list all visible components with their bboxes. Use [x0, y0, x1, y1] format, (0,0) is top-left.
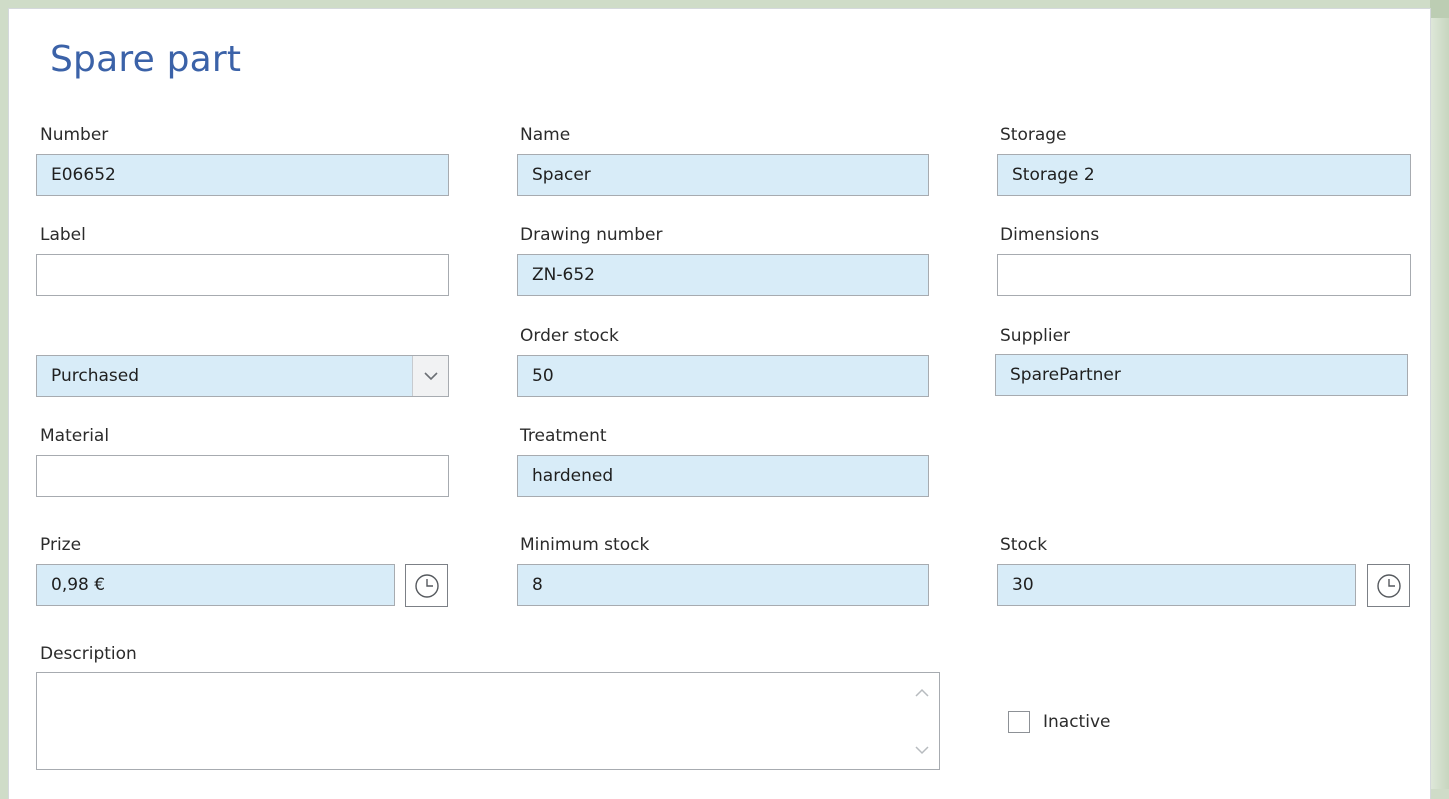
- treatment-value: hardened: [532, 466, 614, 486]
- stock-history-button[interactable]: [1367, 564, 1410, 607]
- inactive-label: Inactive: [1043, 712, 1111, 732]
- name-field[interactable]: Spacer: [517, 154, 929, 196]
- prize-history-button[interactable]: [405, 564, 448, 607]
- window-edge: [1430, 0, 1449, 789]
- treatment-label: Treatment: [520, 426, 607, 446]
- description-scrollbar[interactable]: [905, 673, 939, 769]
- treatment-field[interactable]: hardened: [517, 455, 929, 497]
- prize-field[interactable]: 0,98 €: [36, 564, 395, 606]
- supplier-value: SparePartner: [1010, 365, 1121, 385]
- scroll-up-button[interactable]: [905, 677, 939, 707]
- chevron-down-icon: [915, 745, 929, 754]
- stock-value: 30: [1012, 575, 1034, 595]
- procurement-value: Purchased: [51, 366, 139, 386]
- order-stock-label: Order stock: [520, 326, 619, 346]
- scroll-down-button[interactable]: [905, 735, 939, 765]
- prize-label: Prize: [40, 535, 82, 555]
- page-title: Spare part: [50, 39, 242, 80]
- description-label: Description: [40, 644, 137, 664]
- storage-label: Storage: [1000, 125, 1067, 145]
- order-stock-field[interactable]: 50: [517, 355, 929, 397]
- drawing-number-value: ZN-652: [532, 265, 595, 285]
- storage-field[interactable]: Storage 2: [997, 154, 1411, 196]
- description-textarea[interactable]: [36, 672, 940, 770]
- minimum-stock-field[interactable]: 8: [517, 564, 929, 606]
- name-value: Spacer: [532, 165, 591, 185]
- name-label: Name: [520, 125, 571, 145]
- chevron-down-icon: [423, 371, 438, 380]
- window-corner: [1430, 0, 1449, 18]
- clock-icon: [1376, 573, 1401, 598]
- material-field[interactable]: [36, 455, 449, 497]
- chevron-up-icon: [915, 688, 929, 697]
- label-field[interactable]: [36, 254, 449, 296]
- minimum-stock-value: 8: [532, 575, 543, 595]
- clock-icon: [414, 573, 439, 598]
- minimum-stock-label: Minimum stock: [520, 535, 650, 555]
- drawing-number-field[interactable]: ZN-652: [517, 254, 929, 296]
- stock-label: Stock: [1000, 535, 1048, 555]
- label-label: Label: [40, 225, 86, 245]
- order-stock-value: 50: [532, 366, 554, 386]
- number-value: E06652: [51, 165, 116, 185]
- procurement-select[interactable]: Purchased: [36, 355, 449, 397]
- storage-value: Storage 2: [1012, 165, 1095, 185]
- supplier-label: Supplier: [1000, 326, 1071, 346]
- dropdown-button[interactable]: [412, 356, 448, 396]
- prize-value: 0,98 €: [51, 575, 106, 595]
- dimensions-field[interactable]: [997, 254, 1411, 296]
- material-label: Material: [40, 426, 110, 446]
- stock-field[interactable]: 30: [997, 564, 1356, 606]
- supplier-field[interactable]: SparePartner: [995, 354, 1408, 396]
- number-field[interactable]: E06652: [36, 154, 449, 196]
- number-label: Number: [40, 125, 109, 145]
- dimensions-label: Dimensions: [1000, 225, 1100, 245]
- inactive-checkbox[interactable]: [1008, 711, 1030, 733]
- drawing-number-label: Drawing number: [520, 225, 663, 245]
